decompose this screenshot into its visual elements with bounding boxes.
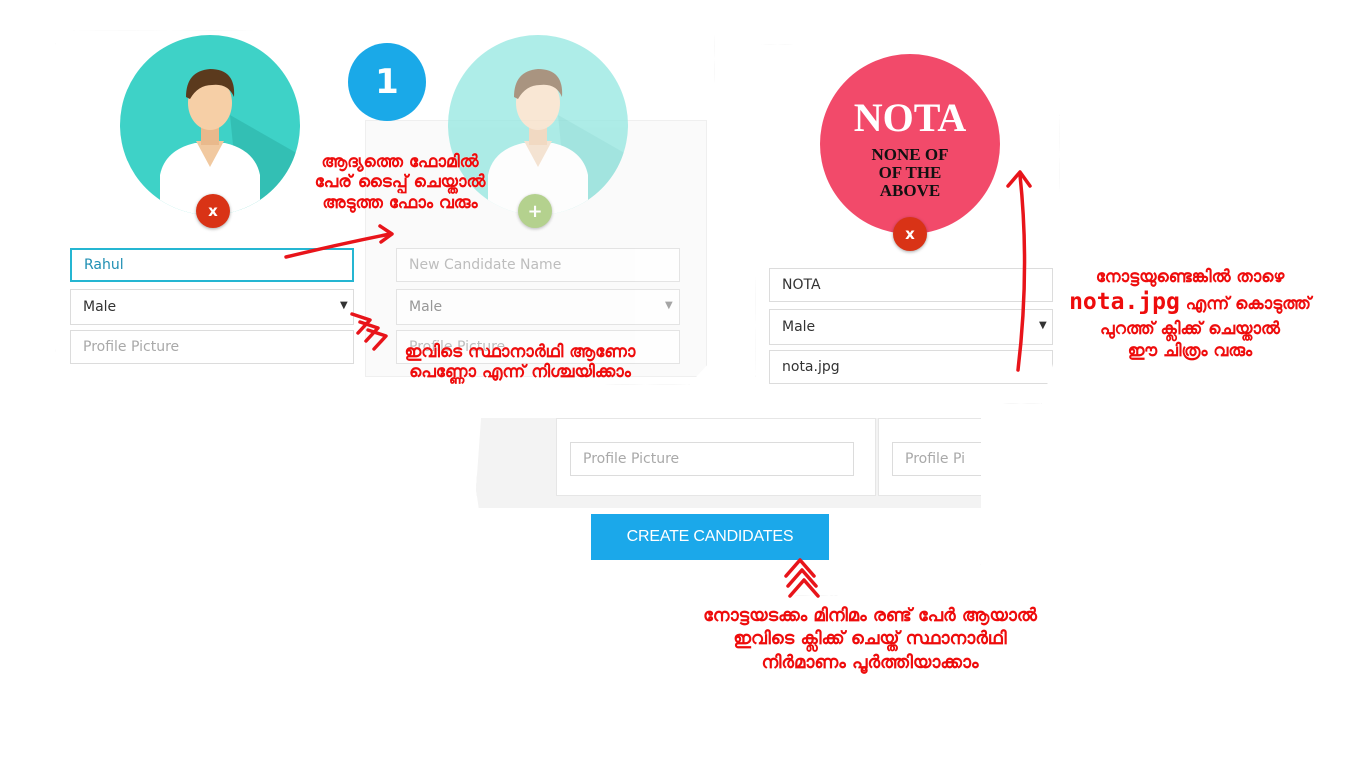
- first-form-annotation: ആദ്യത്തെ ഫോമിൽ പേര് ടൈപ്പ് ചെയ്താൽ അടുത്…: [270, 152, 530, 213]
- gender-annotation: ഇവിടെ സ്ഥാനാർഥി ആണോ പെണ്ണോ എന്ന് നിശ്ചയി…: [370, 342, 670, 383]
- nota-annotation: നോട്ടയുണ്ടെങ്കിൽ താഴെ nota.jpg എന്ന് കൊട…: [1030, 266, 1350, 362]
- nota-note-line-3: പുറത്ത് ക്ലിക്ക് ചെയ്താൽ: [1100, 318, 1280, 339]
- nota-note-filename: nota.jpg: [1069, 289, 1180, 316]
- create-note-line-1: നോട്ടയടക്കം മിനിമം രണ്ട് പേർ ആയാൽ: [703, 605, 1037, 626]
- nota-note-line-2-rest: എന്ന് കൊടുത്ത്: [1179, 294, 1311, 315]
- create-note-line-3: നിർമാണം പൂർത്തിയാക്കാം: [761, 651, 979, 673]
- nota-note-line-4: ഈ ചിത്രം വരും: [1127, 341, 1253, 362]
- gender-note-line-1: ഇവിടെ സ്ഥാനാർഥി ആണോ: [404, 342, 636, 362]
- first-form-note-line-3: അടുത്ത ഫോം വരും: [322, 192, 478, 213]
- name-field-arrow: [284, 232, 392, 259]
- create-annotation: നോട്ടയടക്കം മിനിമം രണ്ട് പേർ ആയാൽ ഇവിടെ …: [620, 604, 1120, 674]
- gender-note-line-2: പെണ്ണോ എന്ന് നിശ്ചയിക്കാം: [409, 362, 631, 383]
- nota-note-line-1: നോട്ടയുണ്ടെങ്കിൽ താഴെ: [1095, 267, 1285, 287]
- first-form-note-line-2: പേര് ടൈപ്പ് ചെയ്താൽ: [314, 172, 486, 193]
- nota-picture-arrow: [1016, 173, 1027, 372]
- nota-note-line-2: nota.jpg എന്ന് കൊടുത്ത്: [1030, 288, 1350, 318]
- first-form-note-line-1: ആദ്യത്തെ ഫോമിൽ: [321, 152, 479, 172]
- create-note-line-2: ഇവിടെ ക്ലിക്ക് ചെയ്ത് സ്ഥാനാർഥി: [733, 628, 1007, 650]
